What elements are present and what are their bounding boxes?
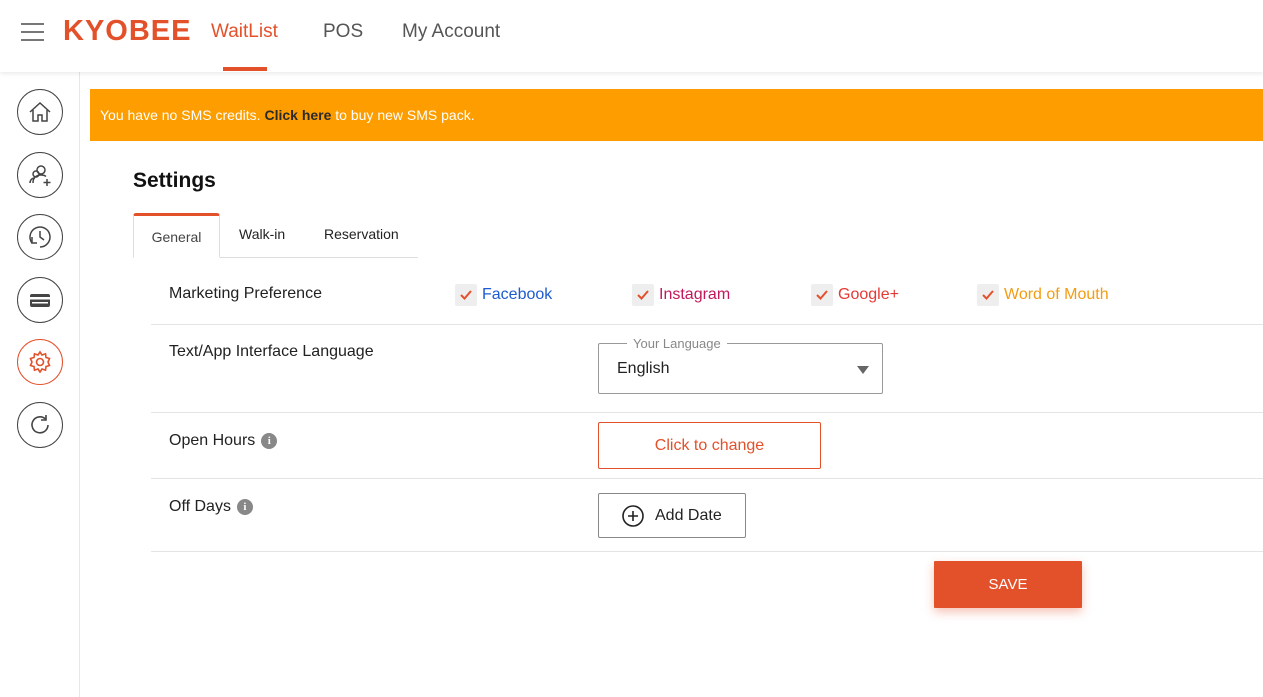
checkbox-box[interactable] xyxy=(632,284,654,306)
open-hours-row-label: Open Hours i xyxy=(169,432,278,450)
check-icon xyxy=(982,290,994,300)
row-divider xyxy=(151,478,1263,479)
sidebar-item-settings[interactable] xyxy=(17,339,63,385)
change-open-hours-button[interactable]: Click to change xyxy=(598,422,821,469)
checkbox-facebook[interactable]: Facebook xyxy=(455,284,552,306)
row-divider xyxy=(151,412,1263,413)
checkbox-instagram[interactable]: Instagram xyxy=(632,284,730,306)
check-icon xyxy=(460,290,472,300)
home-icon xyxy=(29,101,51,122)
language-label: Text/App Interface Language xyxy=(169,343,374,360)
save-button[interactable]: SAVE xyxy=(934,561,1082,608)
checkbox-label-facebook: Facebook xyxy=(482,286,553,303)
checkbox-box[interactable] xyxy=(977,284,999,306)
tab-walk-in[interactable]: Walk-in xyxy=(239,213,285,258)
history-icon xyxy=(29,226,51,248)
add-date-button[interactable]: Add Date xyxy=(598,493,746,538)
checkbox-google-plus[interactable]: Google+ xyxy=(811,284,899,306)
row-divider xyxy=(151,551,1263,552)
check-icon xyxy=(816,290,828,300)
sms-credit-banner: You have no SMS credits. Click here to b… xyxy=(90,89,1263,141)
checkbox-label-word-of-mouth: Word of Mouth xyxy=(1004,286,1109,303)
checkbox-word-of-mouth[interactable]: Word of Mouth xyxy=(977,284,1109,306)
info-icon[interactable]: i xyxy=(236,499,253,515)
info-icon[interactable]: i xyxy=(261,433,278,449)
gear-icon xyxy=(29,350,51,374)
add-user-icon xyxy=(29,165,51,186)
plus-circle-icon xyxy=(622,504,644,527)
settings-tabs: General Walk-in Reservation xyxy=(133,213,418,258)
tab-general[interactable]: General xyxy=(133,213,220,258)
sidebar-item-payments[interactable] xyxy=(17,277,63,323)
language-select-legend: Your Language xyxy=(627,336,727,351)
sidebar-item-history[interactable] xyxy=(17,214,63,260)
nav-my-account[interactable]: My Account xyxy=(402,21,500,43)
check-icon xyxy=(637,290,649,300)
banner-text: You have no SMS credits. xyxy=(100,107,261,123)
checkbox-box[interactable] xyxy=(811,284,833,306)
language-select[interactable]: Your Language English xyxy=(598,336,883,394)
nav-active-indicator xyxy=(223,67,267,71)
sidebar-item-home[interactable] xyxy=(17,89,63,135)
off-days-label: Off Days xyxy=(169,498,231,515)
card-icon xyxy=(30,294,50,307)
refresh-icon xyxy=(31,415,49,434)
checkbox-box[interactable] xyxy=(455,284,477,306)
banner-text-suffix: to buy new SMS pack. xyxy=(335,107,475,123)
top-bar: KYOBEE WaitList POS My Account xyxy=(0,0,1263,72)
tab-reservation[interactable]: Reservation xyxy=(324,213,399,258)
language-select-value: English xyxy=(617,360,670,377)
sidebar xyxy=(0,72,80,697)
app-logo[interactable]: KYOBEE xyxy=(63,15,191,48)
buy-sms-link[interactable]: Click here xyxy=(264,107,331,123)
menu-icon[interactable] xyxy=(21,23,44,41)
open-hours-label: Open Hours xyxy=(169,432,256,449)
checkbox-label-google-plus: Google+ xyxy=(838,286,899,303)
dropdown-arrow-icon xyxy=(857,366,869,374)
page-title: Settings xyxy=(133,169,216,192)
row-divider xyxy=(151,324,1263,325)
sidebar-item-add-user[interactable] xyxy=(17,152,63,198)
add-date-label: Add Date xyxy=(655,506,722,524)
off-days-row-label: Off Days i xyxy=(169,498,253,516)
nav-waitlist[interactable]: WaitList xyxy=(211,21,278,43)
marketing-preference-label: Marketing Preference xyxy=(169,285,322,302)
checkbox-label-instagram: Instagram xyxy=(659,286,731,303)
sidebar-item-refresh[interactable] xyxy=(17,402,63,448)
nav-pos[interactable]: POS xyxy=(323,21,363,43)
